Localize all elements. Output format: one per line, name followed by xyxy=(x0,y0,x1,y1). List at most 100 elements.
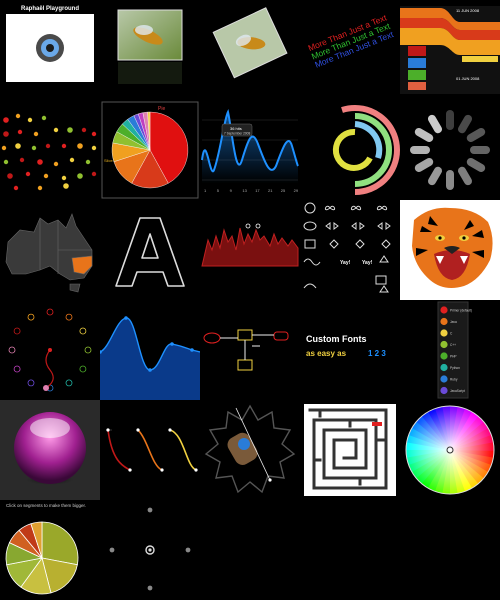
tooltip-date: 7 September 2008 xyxy=(224,132,250,136)
grid-dot[interactable] xyxy=(91,145,97,151)
legend-swatch[interactable] xyxy=(440,352,448,360)
grid-dot[interactable] xyxy=(13,185,19,191)
pie-label-top: Pie xyxy=(158,106,165,112)
grid-dot[interactable] xyxy=(37,185,43,191)
grid-dot[interactable] xyxy=(27,117,33,123)
radial-dot[interactable] xyxy=(65,313,73,321)
legend-tile[interactable]: Primer (default) Java C C++ PHP Python Ruby Jav… xyxy=(400,300,500,400)
grid-dot[interactable] xyxy=(53,127,59,133)
grid-dot[interactable] xyxy=(3,117,9,123)
radial-dot[interactable] xyxy=(8,346,16,354)
radial-dot[interactable] xyxy=(27,313,35,321)
playground-title: Raphaël Playground xyxy=(21,6,79,12)
center-dot[interactable] xyxy=(48,348,52,352)
maze-tile[interactable] xyxy=(300,400,400,500)
dot-navigation-tile[interactable] xyxy=(100,500,200,600)
grid-dot[interactable] xyxy=(61,143,67,149)
sphere-tile[interactable] xyxy=(0,400,100,500)
radial-dot[interactable] xyxy=(65,379,73,387)
red-area-tile[interactable] xyxy=(200,200,300,300)
dots-grid-tile[interactable] xyxy=(0,100,100,200)
stacked-chart-tile[interactable]: 11 JUN 2008 01 JUN 2008 xyxy=(400,0,500,100)
radial-dot[interactable] xyxy=(79,365,87,373)
playground-tile[interactable]: Raphaël Playground xyxy=(0,0,100,100)
grid-dot[interactable] xyxy=(69,157,75,163)
end-dot[interactable] xyxy=(43,385,49,391)
arc-gauge-tile[interactable] xyxy=(300,100,400,200)
clickable-pie-tile[interactable]: Click on segments to make them bigger. xyxy=(0,500,100,600)
grid-dot[interactable] xyxy=(3,159,9,165)
grid-dot[interactable] xyxy=(91,171,97,177)
nav-dot-right[interactable] xyxy=(185,547,191,553)
spinner-tile[interactable] xyxy=(400,100,500,200)
grid-dot[interactable] xyxy=(63,183,69,189)
spinner-bar xyxy=(457,166,472,186)
grid-dot[interactable] xyxy=(17,129,23,135)
radial-dot[interactable] xyxy=(13,365,21,373)
bezier-tile[interactable] xyxy=(100,400,200,500)
pie-segment[interactable] xyxy=(41,521,79,566)
grid-dot[interactable] xyxy=(43,173,49,179)
grid-dot[interactable] xyxy=(3,131,9,137)
node-diagram-tile[interactable] xyxy=(200,300,300,400)
grid-dot[interactable] xyxy=(19,157,25,163)
legend-swatch[interactable] xyxy=(440,386,448,395)
grid-dot[interactable] xyxy=(25,171,31,177)
stacked-date-top: 11 JUN 2008 xyxy=(456,8,480,13)
grid-dot[interactable] xyxy=(33,131,39,137)
grid-dot[interactable] xyxy=(53,161,59,167)
spinner-bar xyxy=(414,158,434,172)
custom-fonts-tile[interactable]: Custom Fonts as easy as 1 2 3 xyxy=(300,300,400,400)
grid-dot[interactable] xyxy=(61,175,67,181)
legend-swatch[interactable] xyxy=(440,340,448,349)
grid-dot[interactable] xyxy=(45,143,51,149)
grid-dot[interactable] xyxy=(1,145,7,151)
nav-dot-left[interactable] xyxy=(109,547,115,553)
legend-label: PHP xyxy=(450,354,457,358)
grid-dot[interactable] xyxy=(81,127,87,133)
blue-curve-tile[interactable] xyxy=(100,300,200,400)
grid-dot[interactable] xyxy=(85,159,91,165)
spinner-bar xyxy=(446,110,454,130)
legend-swatch[interactable] xyxy=(440,375,448,383)
grid-dot[interactable] xyxy=(37,159,43,165)
line-chart-tile[interactable]: 36 hits 7 September 2008 1 5 9 13 17 21 25 29 xyxy=(200,100,300,200)
color-wheel-tile[interactable] xyxy=(400,400,500,500)
tiger-tile[interactable] xyxy=(400,200,500,300)
pie-chart-tile[interactable]: Pie Slice xyxy=(100,100,200,200)
nav-dot-bottom[interactable] xyxy=(147,585,153,591)
grid-dot[interactable] xyxy=(77,173,83,179)
grid-dot[interactable] xyxy=(31,145,37,151)
radial-dot[interactable] xyxy=(13,327,21,335)
legend-swatch[interactable] xyxy=(440,306,448,314)
letter-outline-tile[interactable] xyxy=(100,200,200,300)
spinner-bar xyxy=(410,146,430,154)
text-demo-tile[interactable]: More Than Just a Text More Than Just a T… xyxy=(300,0,400,100)
grid-dot[interactable] xyxy=(67,127,73,133)
legend-swatch[interactable] xyxy=(440,363,448,372)
tooltip-value: 36 hits xyxy=(230,126,242,131)
radial-dot[interactable] xyxy=(79,327,87,335)
custom-fonts-subtitle: as easy as xyxy=(306,349,347,358)
shapes-tile[interactable]: Yay! Yay! xyxy=(300,200,400,300)
grid-dot[interactable] xyxy=(91,131,97,137)
legend-label: JavaScript xyxy=(450,389,465,393)
nav-dot-top[interactable] xyxy=(147,507,153,513)
australia-map-tile[interactable] xyxy=(0,200,100,300)
x-tick-label: 17 xyxy=(255,188,260,193)
grid-dot[interactable] xyxy=(77,143,83,149)
grid-dot[interactable] xyxy=(15,113,21,119)
x-tick-label: 9 xyxy=(230,188,233,193)
legend-swatch[interactable] xyxy=(440,329,448,337)
gear-tile[interactable] xyxy=(200,400,300,500)
legend-swatch[interactable] xyxy=(440,317,448,326)
grid-dot[interactable] xyxy=(7,173,13,179)
radial-dot[interactable] xyxy=(27,379,35,387)
rotated-image-tile[interactable] xyxy=(200,0,300,100)
grid-dot[interactable] xyxy=(15,143,21,149)
grid-dot[interactable] xyxy=(41,115,47,121)
image-tile[interactable] xyxy=(100,0,200,100)
radial-dot[interactable] xyxy=(84,346,92,354)
radial-dots-tile[interactable] xyxy=(0,300,100,400)
radial-dot[interactable] xyxy=(46,308,54,316)
